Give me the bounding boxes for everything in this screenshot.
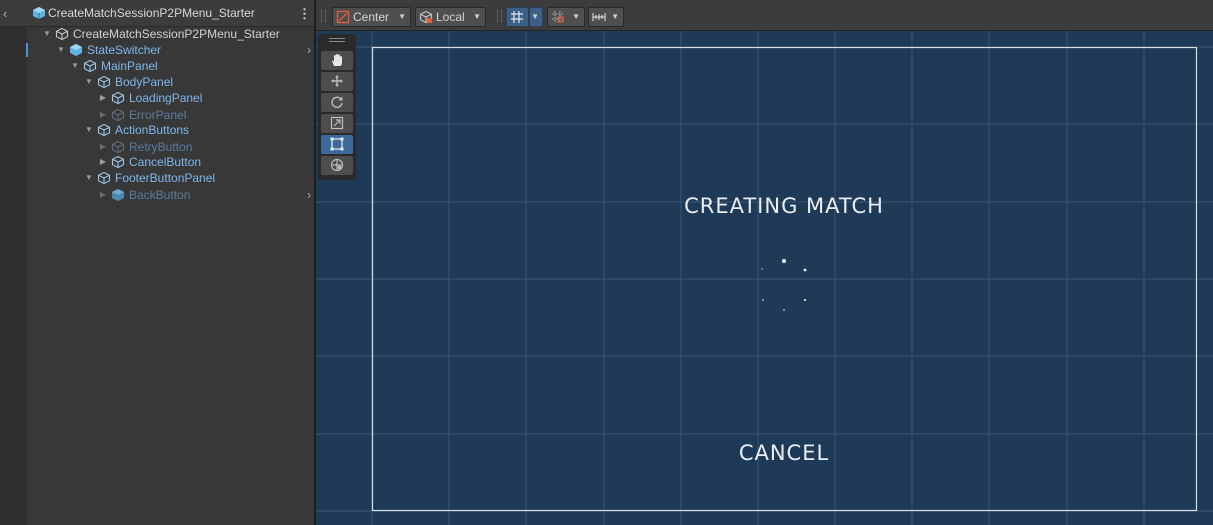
more-options-icon[interactable]: ⋮ <box>298 0 311 27</box>
hierarchy-gutter <box>0 27 27 525</box>
transform-icon <box>330 158 344 172</box>
hierarchy-label: ActionButtons <box>115 123 190 137</box>
prefab-cube-icon <box>33 7 45 19</box>
collapse-arrow-icon[interactable]: ▶ <box>98 90 108 106</box>
gameobject-cube-icon <box>111 108 125 122</box>
chevron-right-icon[interactable]: › <box>307 42 311 58</box>
dropdown-arrow-icon: ▼ <box>398 12 406 21</box>
scale-tool-button[interactable] <box>321 114 353 133</box>
move-icon <box>331 75 343 87</box>
expand-arrow-icon[interactable]: ▼ <box>84 170 94 186</box>
cancel-button-label[interactable]: CANCEL <box>616 441 952 465</box>
increment-snap-dropdown[interactable]: ▼ <box>547 7 585 27</box>
pivot-mode-label: Center <box>353 10 390 24</box>
rect-transform-icon <box>330 137 344 151</box>
hierarchy-row[interactable]: ▶ CancelButton <box>27 154 314 170</box>
hierarchy-label: CreateMatchSessionP2PMenu_Starter <box>73 27 280 41</box>
hierarchy-row[interactable]: ▼ ActionButtons <box>27 122 314 138</box>
gameobject-cube-icon <box>97 123 111 137</box>
expand-arrow-icon[interactable]: ▼ <box>84 122 94 138</box>
hierarchy-row[interactable]: ▼ CreateMatchSessionP2PMenu_Starter <box>27 26 314 42</box>
hierarchy-label: BodyPanel <box>115 75 174 89</box>
gameobject-cube-icon <box>111 91 125 105</box>
dropdown-arrow-icon: ▼ <box>572 12 580 21</box>
collapse-arrow-icon[interactable]: ▶ <box>98 187 108 203</box>
hierarchy-row[interactable]: ▶ LoadingPanel <box>27 90 314 106</box>
prefab-cube-icon <box>112 189 124 201</box>
chevron-right-icon[interactable]: › <box>307 187 311 203</box>
back-chevron-icon[interactable]: ‹ <box>0 0 10 27</box>
hierarchy-label: BackButton <box>129 188 191 202</box>
ruler-settings-dropdown[interactable]: ▼ <box>588 7 624 27</box>
pivot-mode-dropdown[interactable]: Center ▼ <box>332 7 411 27</box>
hierarchy-header: ‹ CreateMatchSessionP2PMenu_Starter ⋮ <box>0 0 314 27</box>
loading-spinner-icon <box>761 259 807 311</box>
gameobject-cube-icon <box>83 59 97 73</box>
hierarchy-label: RetryButton <box>129 140 193 154</box>
scene-view: Center ▼ Local ▼ ▼ ▼ ▼ CREATING MATCH CA… <box>316 0 1213 525</box>
expand-arrow-icon[interactable]: ▼ <box>56 42 66 58</box>
gameobject-cube-icon <box>97 171 111 185</box>
grid-snapping-toggle[interactable] <box>506 7 529 27</box>
pivot-center-icon <box>336 10 350 24</box>
local-space-icon <box>419 10 433 24</box>
hierarchy-label: CancelButton <box>129 155 202 169</box>
view-tool-button[interactable] <box>321 51 353 70</box>
hierarchy-title: CreateMatchSessionP2PMenu_Starter <box>48 6 255 20</box>
scene-toolbar: Center ▼ Local ▼ ▼ ▼ ▼ <box>316 0 1213 31</box>
toolbar-grip[interactable] <box>497 9 498 23</box>
grid-snap-icon <box>511 11 523 23</box>
pivot-space-label: Local <box>436 10 465 24</box>
transform-tool-button[interactable] <box>321 156 353 175</box>
hierarchy-row[interactable]: ▼ StateSwitcher › <box>27 42 314 58</box>
creating-match-title: CREATING MATCH <box>684 194 884 218</box>
expand-arrow-icon[interactable]: ▼ <box>70 58 80 74</box>
toolbar-grip[interactable] <box>501 9 502 23</box>
dropdown-arrow-icon: ▼ <box>473 12 481 21</box>
gameobject-cube-icon <box>111 140 125 154</box>
expand-arrow-icon[interactable]: ▼ <box>84 74 94 90</box>
hierarchy-label: ErrorPanel <box>129 108 187 122</box>
increment-snap-icon <box>552 11 564 23</box>
grid-snapping-dropdown[interactable]: ▼ <box>529 7 543 27</box>
hand-icon <box>332 54 342 66</box>
scale-icon <box>330 116 344 130</box>
hierarchy-row[interactable]: ▶ BackButton › <box>27 187 314 203</box>
hierarchy-label: LoadingPanel <box>129 91 203 105</box>
prefab-cube-icon <box>70 44 82 56</box>
hierarchy-row[interactable]: ▼ MainPanel <box>27 58 314 74</box>
hierarchy-label: StateSwitcher <box>87 43 162 57</box>
gameobject-cube-icon <box>97 75 111 89</box>
overlay-grip[interactable] <box>329 38 345 42</box>
pivot-space-dropdown[interactable]: Local ▼ <box>415 7 486 27</box>
toolbar-grip[interactable] <box>325 9 326 23</box>
rotate-icon <box>331 96 343 108</box>
expand-arrow-icon[interactable]: ▼ <box>42 26 52 42</box>
scene-canvas[interactable]: CREATING MATCH CANCEL <box>316 31 1213 525</box>
rect-tool-button[interactable] <box>321 135 353 154</box>
toolbar-grip[interactable] <box>321 9 322 23</box>
move-tool-button[interactable] <box>321 72 353 91</box>
hierarchy-row[interactable]: ▼ FooterButtonPanel <box>27 170 314 186</box>
hierarchy-label: FooterButtonPanel <box>115 171 216 185</box>
ruler-icon <box>592 13 606 21</box>
collapse-arrow-icon[interactable]: ▶ <box>98 139 108 155</box>
gameobject-cube-icon <box>111 155 125 169</box>
collapse-arrow-icon[interactable]: ▶ <box>98 154 108 170</box>
gameobject-cube-icon <box>55 27 69 41</box>
hierarchy-label: MainPanel <box>101 59 158 73</box>
dropdown-arrow-icon: ▼ <box>611 12 619 21</box>
collapse-arrow-icon[interactable]: ▶ <box>98 107 108 123</box>
rotate-tool-button[interactable] <box>321 93 353 112</box>
hierarchy-row[interactable]: ▶ RetryButton <box>27 139 314 155</box>
dropdown-arrow-icon: ▼ <box>531 12 539 21</box>
hierarchy-row[interactable]: ▶ ErrorPanel <box>27 107 314 123</box>
hierarchy-panel: ‹ CreateMatchSessionP2PMenu_Starter ⋮ ▼ … <box>0 0 314 525</box>
hierarchy-row[interactable]: ▼ BodyPanel <box>27 74 314 90</box>
tools-overlay <box>318 34 356 180</box>
